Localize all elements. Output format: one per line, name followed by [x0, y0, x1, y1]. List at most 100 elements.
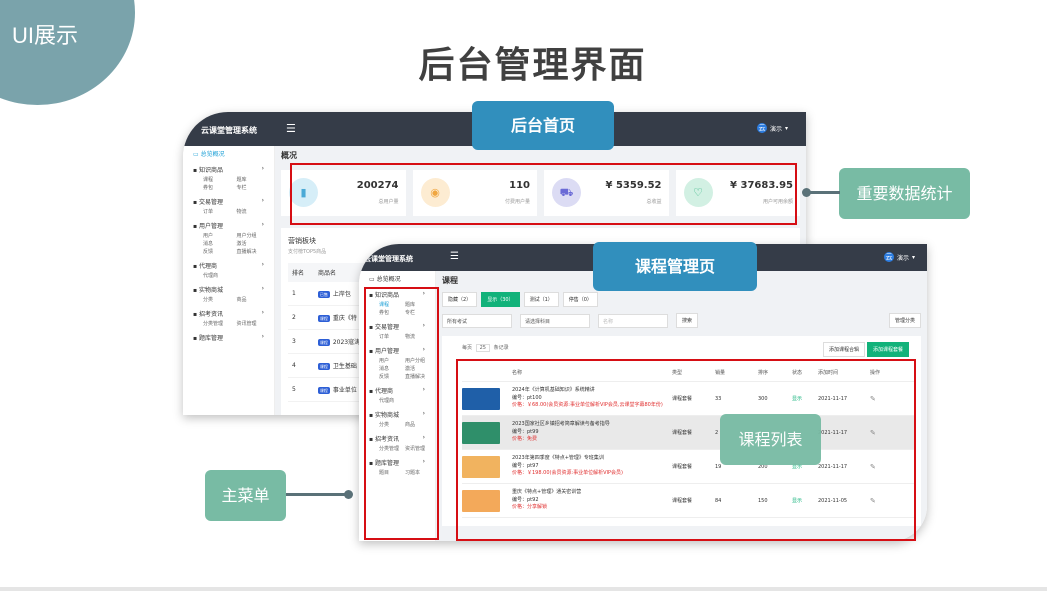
sidebar-group-header[interactable]: ▪ 招考资讯 › — [369, 434, 425, 443]
column-header: 排序 — [758, 370, 769, 376]
sidebar-subitem[interactable]: 订单 — [379, 333, 399, 340]
user-menu[interactable]: 云 演示 ▾ — [756, 123, 788, 133]
exam-select[interactable]: 所有考试 — [442, 313, 512, 328]
course-status: 显示 — [792, 498, 803, 504]
sidebar-subitem[interactable]: 券包 — [379, 309, 399, 316]
chevron-right-icon: › — [261, 261, 264, 268]
add-course-package-button[interactable]: 添加课程套餐 — [866, 342, 909, 357]
tab-status[interactable]: 测试（1） — [523, 292, 559, 307]
sidebar-subitem[interactable]: 用户 — [203, 232, 231, 239]
table-row[interactable]: 2023国家社区乡镇招考简章解读与备考指导 编号：pt99 价格：免费 课程套餐 2 20… — [462, 416, 915, 450]
sidebar-item-overview[interactable]: ▭ 总览概况 — [183, 146, 274, 161]
stat-card: ♡ ¥ 37683.95 用户可用余额 — [675, 170, 800, 216]
sidebar-subitem[interactable]: 课程 — [379, 301, 399, 308]
sidebar-subitem[interactable]: 习题本 — [405, 469, 425, 476]
page-size-select[interactable]: 25 — [475, 344, 490, 352]
sidebar-subitem[interactable]: 代理商 — [203, 272, 231, 279]
search-input[interactable]: 名称 — [598, 313, 668, 328]
sidebar-item-overview[interactable]: ▭ 总览概况 — [359, 271, 435, 286]
sidebar-group-header[interactable]: ▪ 代理商 › — [193, 261, 264, 270]
table-row[interactable]: 2024年《计算机基础知识》系统精讲 编号：pt100 价格：￥68.00(会员资源… — [462, 382, 915, 416]
sidebar-subitem[interactable]: 直播解决 — [237, 248, 265, 255]
stat-value: ¥ 37683.95 — [730, 180, 793, 191]
add-course-group-button[interactable]: 添加课程合辑 — [822, 342, 865, 357]
sidebar-subitem[interactable]: 用户分组 — [237, 232, 265, 239]
sidebar-group-header[interactable]: ▪ 用户管理 › — [369, 346, 425, 355]
rank-number: 1 — [292, 290, 296, 297]
sidebar-subitem[interactable]: 激活 — [237, 240, 265, 247]
sidebar-group-header[interactable]: ▪ 交易管理 › — [369, 322, 425, 331]
stats-callout: 重要数据统计 — [839, 168, 970, 219]
sidebar-subitem[interactable]: 专栏 — [237, 184, 265, 191]
sidebar-subitem[interactable]: 资讯管理 — [237, 320, 265, 327]
tab-status[interactable]: 隐藏（2） — [442, 292, 478, 307]
sidebar-subitem[interactable]: 用户分组 — [405, 357, 425, 364]
course-price: 价格：免费 — [512, 436, 538, 443]
search-button[interactable]: 搜索 — [676, 313, 699, 328]
sidebar-subitem[interactable]: 题库 — [237, 176, 265, 183]
sidebar-subitem[interactable]: 商品 — [237, 296, 265, 303]
tab-status[interactable]: 停售（0） — [562, 292, 598, 307]
sidebar-subitem[interactable]: 题库 — [405, 301, 425, 308]
manage-category-button[interactable]: 管理分类 — [888, 313, 921, 328]
sidebar-group-label: ▪ 实物商城 — [193, 287, 223, 294]
rank-number: 2 — [292, 314, 296, 321]
chevron-right-icon: › — [422, 322, 425, 329]
sidebar-subitem[interactable]: 代理商 — [379, 397, 399, 404]
heart-icon: ♡ — [683, 178, 713, 207]
sidebar-subitem[interactable]: 反馈 — [379, 373, 399, 380]
sidebar-subitem[interactable]: 反馈 — [203, 248, 231, 255]
sidebar-group-header[interactable]: ▪ 交易管理 › — [193, 197, 264, 206]
sidebar-subitem[interactable]: 券包 — [203, 184, 231, 191]
sidebar-subitem[interactable]: 资讯管理 — [405, 445, 425, 452]
sidebar-subitem[interactable]: 激活 — [405, 365, 425, 372]
sidebar-group-header[interactable]: ▪ 招考资讯 › — [193, 309, 264, 318]
sidebar-group-label: ▪ 交易管理 — [193, 199, 223, 206]
sidebar-group-header[interactable]: ▪ 用户管理 › — [193, 221, 264, 230]
sidebar-subitem[interactable]: 消息 — [379, 365, 399, 372]
sidebar-subitem[interactable]: 分类管理 — [379, 445, 399, 452]
sidebar-group-header[interactable]: ▪ 代理商 › — [369, 386, 425, 395]
sidebar-subitem[interactable]: 分类 — [379, 421, 399, 428]
course-info: 重庆《特点+管理》通关密训营 编号：pt92 价格：分享解锁 — [512, 489, 672, 512]
stats-connector — [808, 191, 840, 194]
sidebar-subitem[interactable]: 商品 — [405, 421, 425, 428]
sidebar-subitem[interactable]: 用户 — [379, 357, 399, 364]
sidebar-subitem[interactable]: 直播解决 — [405, 373, 425, 380]
sidebar-subitem[interactable]: 分类管理 — [203, 320, 231, 327]
page-size-suffix: 条记录 — [493, 345, 509, 351]
edit-icon[interactable]: ✎ — [870, 429, 890, 437]
sidebar-subitem[interactable]: 订单 — [203, 208, 231, 215]
subject-select[interactable]: 请选择科目 — [520, 313, 590, 328]
edit-icon[interactable]: ✎ — [870, 497, 890, 505]
product-title: 重庆《特 — [332, 315, 357, 322]
sidebar-item-label: 总览概况 — [200, 151, 225, 158]
menu-connector — [286, 493, 346, 496]
table-header: 名称 类型 销量 排序 状态 添加时间 操作 — [462, 364, 915, 382]
table-row[interactable]: 2023年第四季度《特点+管理》专班集训 编号：pt97 价格：￥198.00(会员… — [462, 450, 915, 484]
menu-toggle-icon[interactable]: ☰ — [286, 122, 296, 135]
sidebar-subitem[interactable]: 物流 — [237, 208, 265, 215]
sidebar-subitem[interactable]: 课程 — [203, 176, 231, 183]
sidebar-group-header[interactable]: ▪ 知识商品 › — [193, 165, 264, 174]
edit-icon[interactable]: ✎ — [870, 395, 890, 403]
sidebar-group-header[interactable]: ▪ 知识商品 › — [369, 290, 425, 299]
tab-status[interactable]: 显示（30） — [481, 292, 520, 307]
course-order: 150 — [758, 497, 768, 504]
sidebar-subitem[interactable]: 分类 — [203, 296, 231, 303]
menu-toggle-icon[interactable]: ☰ — [450, 251, 459, 262]
course-info: 2024年《计算机基础知识》系统精讲 编号：pt100 价格：￥68.00(会员资源… — [512, 387, 672, 410]
filter-bar: 所有考试 请选择科目 名称 搜索 管理分类 — [442, 313, 921, 328]
course-sales: 84 — [715, 497, 722, 504]
table-row[interactable]: 重庆《特点+管理》通关密训营 编号：pt92 价格：分享解锁 课程套餐 84 150 显示 2… — [462, 484, 915, 518]
sidebar-subitem[interactable]: 消息 — [203, 240, 231, 247]
sidebar-subitem[interactable]: 专栏 — [405, 309, 425, 316]
sidebar-group-header[interactable]: ▪ 实物商城 › — [369, 410, 425, 419]
sidebar-group-header[interactable]: ▪ 题库管理 › — [369, 458, 425, 467]
sidebar-subitem[interactable]: 题目 — [379, 469, 399, 476]
user-menu[interactable]: 云 演示 ▾ — [883, 252, 915, 262]
sidebar-group-header[interactable]: ▪ 实物商城 › — [193, 285, 264, 294]
edit-icon[interactable]: ✎ — [870, 463, 890, 471]
sidebar-subitem[interactable]: 物流 — [405, 333, 425, 340]
sidebar-group-header[interactable]: ▪ 题库管理 › — [193, 333, 264, 342]
